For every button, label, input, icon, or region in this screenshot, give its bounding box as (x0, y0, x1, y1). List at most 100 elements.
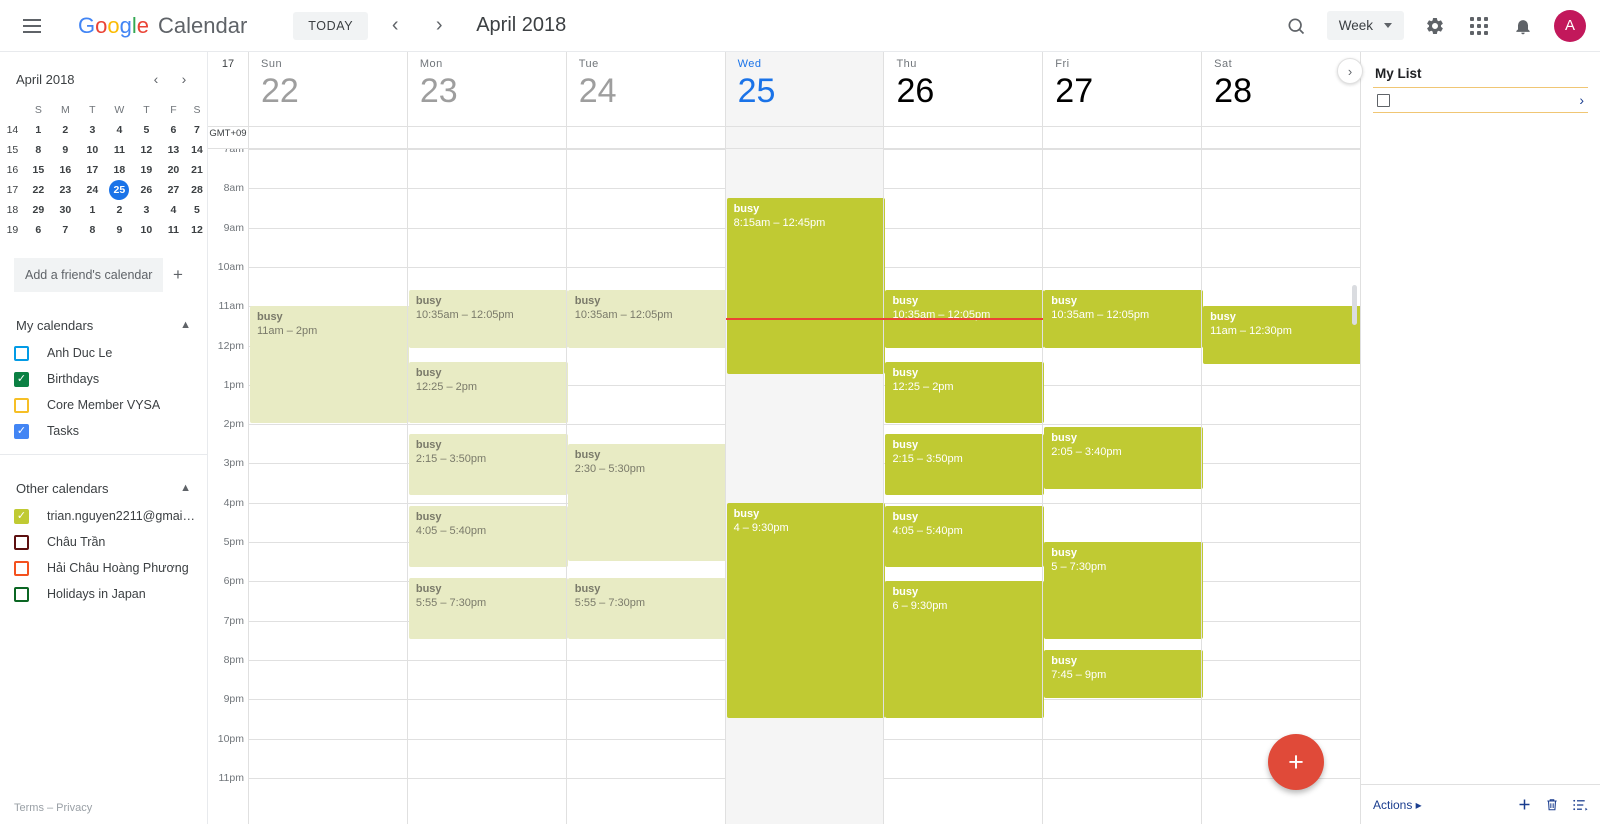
actions-menu-button[interactable]: Actions ▸ (1373, 798, 1422, 812)
calendar-event[interactable]: busy 2:30 – 5:30pm (567, 443, 727, 561)
collapse-panel-button[interactable]: › (1337, 58, 1363, 84)
calendar-event[interactable]: busy 4:05 – 5:40pm (885, 505, 1045, 568)
mini-day-7[interactable]: 7 (187, 120, 207, 140)
calendar-event[interactable]: busy 5:55 – 7:30pm (567, 578, 727, 640)
mini-week-number[interactable]: 16 (0, 160, 25, 180)
chevron-up-icon[interactable]: ▲ (180, 482, 191, 494)
my-calendar-item-2[interactable]: Core Member VYSA (0, 392, 207, 418)
view-selector[interactable]: Week (1326, 11, 1404, 40)
day-header-sun[interactable]: Sun 22 (248, 52, 407, 126)
mini-next-icon[interactable]: › (171, 66, 197, 92)
mini-day-23[interactable]: 23 (52, 180, 79, 200)
trash-icon[interactable] (1545, 797, 1559, 812)
mini-week-number[interactable]: 14 (0, 120, 25, 140)
day-column-mon[interactable]: busy 10:35am – 12:05pm busy 12:25 – 2pm busy… (406, 149, 568, 824)
list-options-icon[interactable] (1572, 798, 1589, 812)
mini-day-9[interactable]: 9 (106, 220, 133, 240)
mini-day-20[interactable]: 20 (160, 160, 187, 180)
day-header-mon[interactable]: Mon 23 (406, 52, 566, 126)
mini-day-18[interactable]: 18 (106, 160, 133, 180)
mini-day-4[interactable]: 4 (160, 200, 187, 220)
calendar-event[interactable]: busy 2:15 – 3:50pm (408, 433, 568, 496)
mini-day-29[interactable]: 29 (25, 200, 52, 220)
mini-prev-icon[interactable]: ‹ (143, 66, 169, 92)
allday-cell-0[interactable] (248, 127, 407, 148)
day-header-sat[interactable]: Sat 28 (1201, 52, 1360, 126)
calendar-event[interactable]: busy 5 – 7:30pm (1044, 542, 1204, 640)
hamburger-icon[interactable] (12, 6, 52, 46)
mini-day-2[interactable]: 2 (106, 200, 133, 220)
mini-day-5[interactable]: 5 (187, 200, 207, 220)
calendar-event[interactable]: busy 4 – 9:30pm (726, 502, 886, 718)
mini-day-8[interactable]: 8 (79, 220, 106, 240)
mini-day-10[interactable]: 10 (133, 220, 160, 240)
other-calendar-item-1[interactable]: Châu Trần (0, 529, 207, 555)
calendar-event[interactable]: busy 6 – 9:30pm (885, 581, 1045, 718)
mini-day-26[interactable]: 26 (133, 180, 160, 200)
mini-week-number[interactable]: 17 (0, 180, 25, 200)
footer-links[interactable]: Terms – Privacy (14, 802, 92, 814)
day-header-tue[interactable]: Tue 24 (565, 52, 725, 126)
mini-day-3[interactable]: 3 (133, 200, 160, 220)
my-calendar-item-0[interactable]: Anh Duc Le (0, 340, 207, 366)
mini-week-number[interactable]: 19 (0, 220, 25, 240)
calendar-event[interactable]: busy 5:55 – 7:30pm (408, 578, 568, 640)
day-column-fri[interactable]: busy 10:35am – 12:05pm busy 2:05 – 3:40pm bu… (1042, 149, 1204, 824)
other-calendar-item-2[interactable]: Hải Châu Hoàng Phương (0, 555, 207, 581)
day-column-wed[interactable]: busy 8:15am – 12:45pm busy 4 – 9:30pm (724, 149, 1044, 824)
calendar-event[interactable]: busy 11am – 2pm (250, 306, 409, 424)
my-calendar-item-3[interactable]: ✓ Tasks (0, 418, 207, 444)
calendar-event[interactable]: busy 8:15am – 12:45pm (726, 198, 886, 374)
allday-cell-6[interactable] (1201, 127, 1360, 148)
calendar-event[interactable]: busy 2:15 – 3:50pm (885, 433, 1045, 496)
mini-day-16[interactable]: 16 (52, 160, 79, 180)
today-button[interactable]: TODAY (293, 11, 369, 40)
calendar-event[interactable]: busy 12:25 – 2pm (408, 361, 568, 424)
calendar-event[interactable]: busy 11am – 12:30pm (1203, 306, 1360, 365)
day-column-thu[interactable]: busy 10:35am – 12:05pm busy 12:25 – 2pm busy… (883, 149, 1045, 824)
allday-cell-5[interactable] (1042, 127, 1201, 148)
mini-day-25[interactable]: 25 (106, 180, 133, 200)
calendar-checkbox[interactable]: ✓ (14, 508, 29, 524)
calendar-event[interactable]: busy 10:35am – 12:05pm (567, 289, 727, 348)
mini-day-11[interactable]: 11 (106, 140, 133, 160)
calendar-event[interactable]: busy 2:05 – 3:40pm (1044, 427, 1204, 489)
calendar-event[interactable]: busy 12:25 – 2pm (885, 361, 1045, 424)
task-row[interactable]: › (1373, 87, 1588, 113)
calendar-event[interactable]: busy 4:05 – 5:40pm (408, 505, 568, 568)
task-expand-icon[interactable]: › (1579, 92, 1584, 108)
calendar-checkbox[interactable]: ✓ (14, 423, 29, 439)
mini-day-30[interactable]: 30 (52, 200, 79, 220)
calendar-checkbox[interactable] (14, 586, 29, 602)
mini-day-22[interactable]: 22 (25, 180, 52, 200)
allday-cell-2[interactable] (565, 127, 725, 148)
calendar-checkbox[interactable] (14, 345, 29, 361)
add-friend-input[interactable]: Add a friend's calendar (14, 258, 163, 292)
gear-icon[interactable] (1416, 7, 1454, 45)
vertical-scrollbar[interactable] (1352, 285, 1357, 325)
chevron-up-icon[interactable]: ▲ (180, 319, 191, 331)
mini-day-6[interactable]: 6 (160, 120, 187, 140)
other-calendars-header[interactable]: Other calendars ▲ (0, 473, 207, 503)
calendar-event[interactable]: busy 10:35am – 12:05pm (1044, 289, 1204, 348)
calendar-checkbox[interactable]: ✓ (14, 371, 29, 387)
mini-day-17[interactable]: 17 (79, 160, 106, 180)
mini-day-12[interactable]: 12 (187, 220, 207, 240)
calendar-event[interactable]: busy 7:45 – 9pm (1044, 650, 1204, 699)
calendar-checkbox[interactable] (14, 560, 29, 576)
mini-day-11[interactable]: 11 (160, 220, 187, 240)
other-calendar-item-3[interactable]: Holidays in Japan (0, 581, 207, 607)
mini-day-10[interactable]: 10 (79, 140, 106, 160)
google-calendar-logo[interactable]: Google Calendar (78, 13, 247, 39)
my-calendars-header[interactable]: My calendars ▲ (0, 310, 207, 340)
day-column-tue[interactable]: busy 10:35am – 12:05pm busy 2:30 – 5:30pm bu… (565, 149, 727, 824)
allday-cell-1[interactable] (406, 127, 566, 148)
mini-day-14[interactable]: 14 (187, 140, 207, 160)
calendar-checkbox[interactable] (14, 534, 29, 550)
day-header-wed[interactable]: Wed 25 (724, 52, 884, 126)
mini-day-8[interactable]: 8 (25, 140, 52, 160)
mini-day-6[interactable]: 6 (25, 220, 52, 240)
allday-cell-4[interactable] (883, 127, 1042, 148)
day-header-fri[interactable]: Fri 27 (1042, 52, 1201, 126)
allday-cell-3[interactable] (724, 127, 884, 148)
